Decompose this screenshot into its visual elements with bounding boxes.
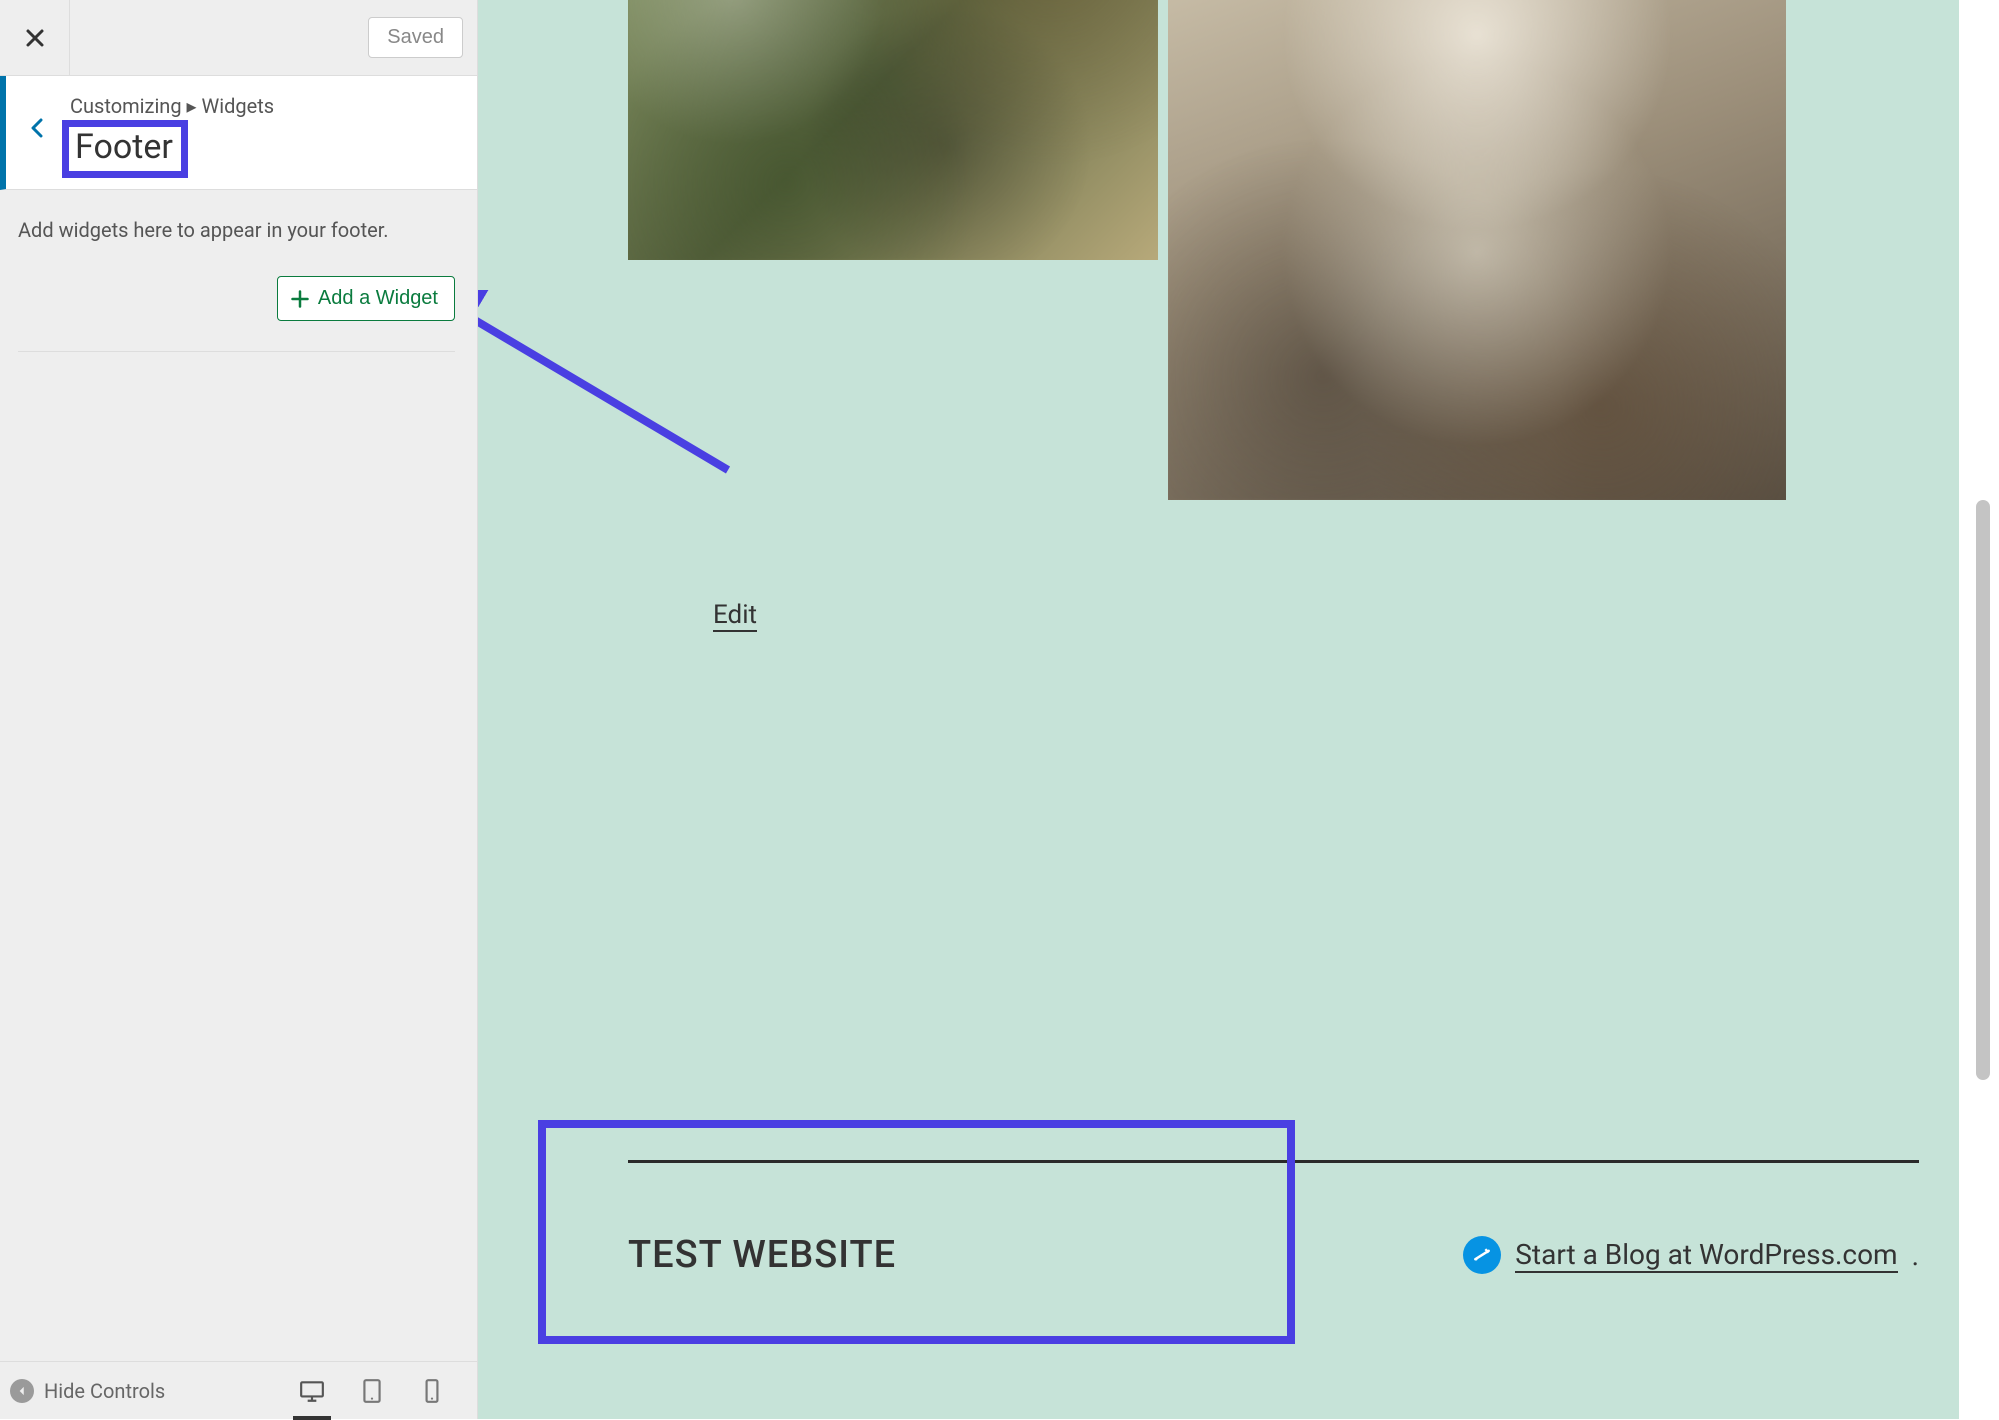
hide-controls-label: Hide Controls [44, 1379, 165, 1403]
customizer-sidebar: Saved Customizing ▸ Widgets Footer Add w… [0, 0, 478, 1419]
annotation-title-highlight: Footer [62, 120, 188, 178]
wordpress-badge-icon [1463, 1236, 1501, 1274]
device-desktop-button[interactable] [297, 1371, 327, 1411]
close-button[interactable] [0, 0, 70, 76]
edit-link[interactable]: Edit [713, 600, 757, 632]
wordpress-link[interactable]: Start a Blog at WordPress.com [1515, 1238, 1897, 1273]
preview-scrollbar[interactable] [1959, 0, 1999, 1419]
preview-image-1 [628, 0, 1158, 260]
scrollbar-thumb[interactable] [1976, 500, 1990, 1080]
plus-icon [290, 289, 310, 309]
annotation-footer-highlight [538, 1120, 1295, 1344]
sidebar-body: Add widgets here to appear in your foote… [0, 190, 477, 1419]
section-title: Footer [75, 127, 173, 167]
preview-image-2 [1168, 0, 1786, 500]
device-preview-toggles [297, 1371, 447, 1411]
desktop-icon [299, 1378, 325, 1404]
add-widget-button[interactable]: Add a Widget [277, 276, 455, 321]
device-tablet-button[interactable] [357, 1371, 387, 1411]
helper-text: Add widgets here to appear in your foote… [18, 218, 459, 242]
sidebar-header: Customizing ▸ Widgets Footer [0, 76, 477, 190]
bottom-bar: Hide Controls [0, 1361, 477, 1419]
collapse-icon [10, 1379, 34, 1403]
preview-gallery [628, 0, 1786, 500]
add-widget-label: Add a Widget [318, 287, 438, 310]
preview-pane: Edit TEST WEBSITE Start a Blog at WordPr… [478, 0, 1999, 1419]
back-button[interactable] [6, 76, 70, 140]
chevron-left-icon [26, 116, 50, 140]
mobile-icon [419, 1378, 445, 1404]
breadcrumb: Customizing ▸ Widgets [70, 94, 477, 118]
wordpress-link-suffix: . [1912, 1239, 1919, 1272]
tablet-icon [359, 1378, 385, 1404]
saved-button[interactable]: Saved [368, 17, 463, 58]
hide-controls-button[interactable]: Hide Controls [10, 1379, 165, 1403]
device-mobile-button[interactable] [417, 1371, 447, 1411]
close-icon [23, 26, 47, 50]
sidebar-top-bar: Saved [0, 0, 477, 76]
